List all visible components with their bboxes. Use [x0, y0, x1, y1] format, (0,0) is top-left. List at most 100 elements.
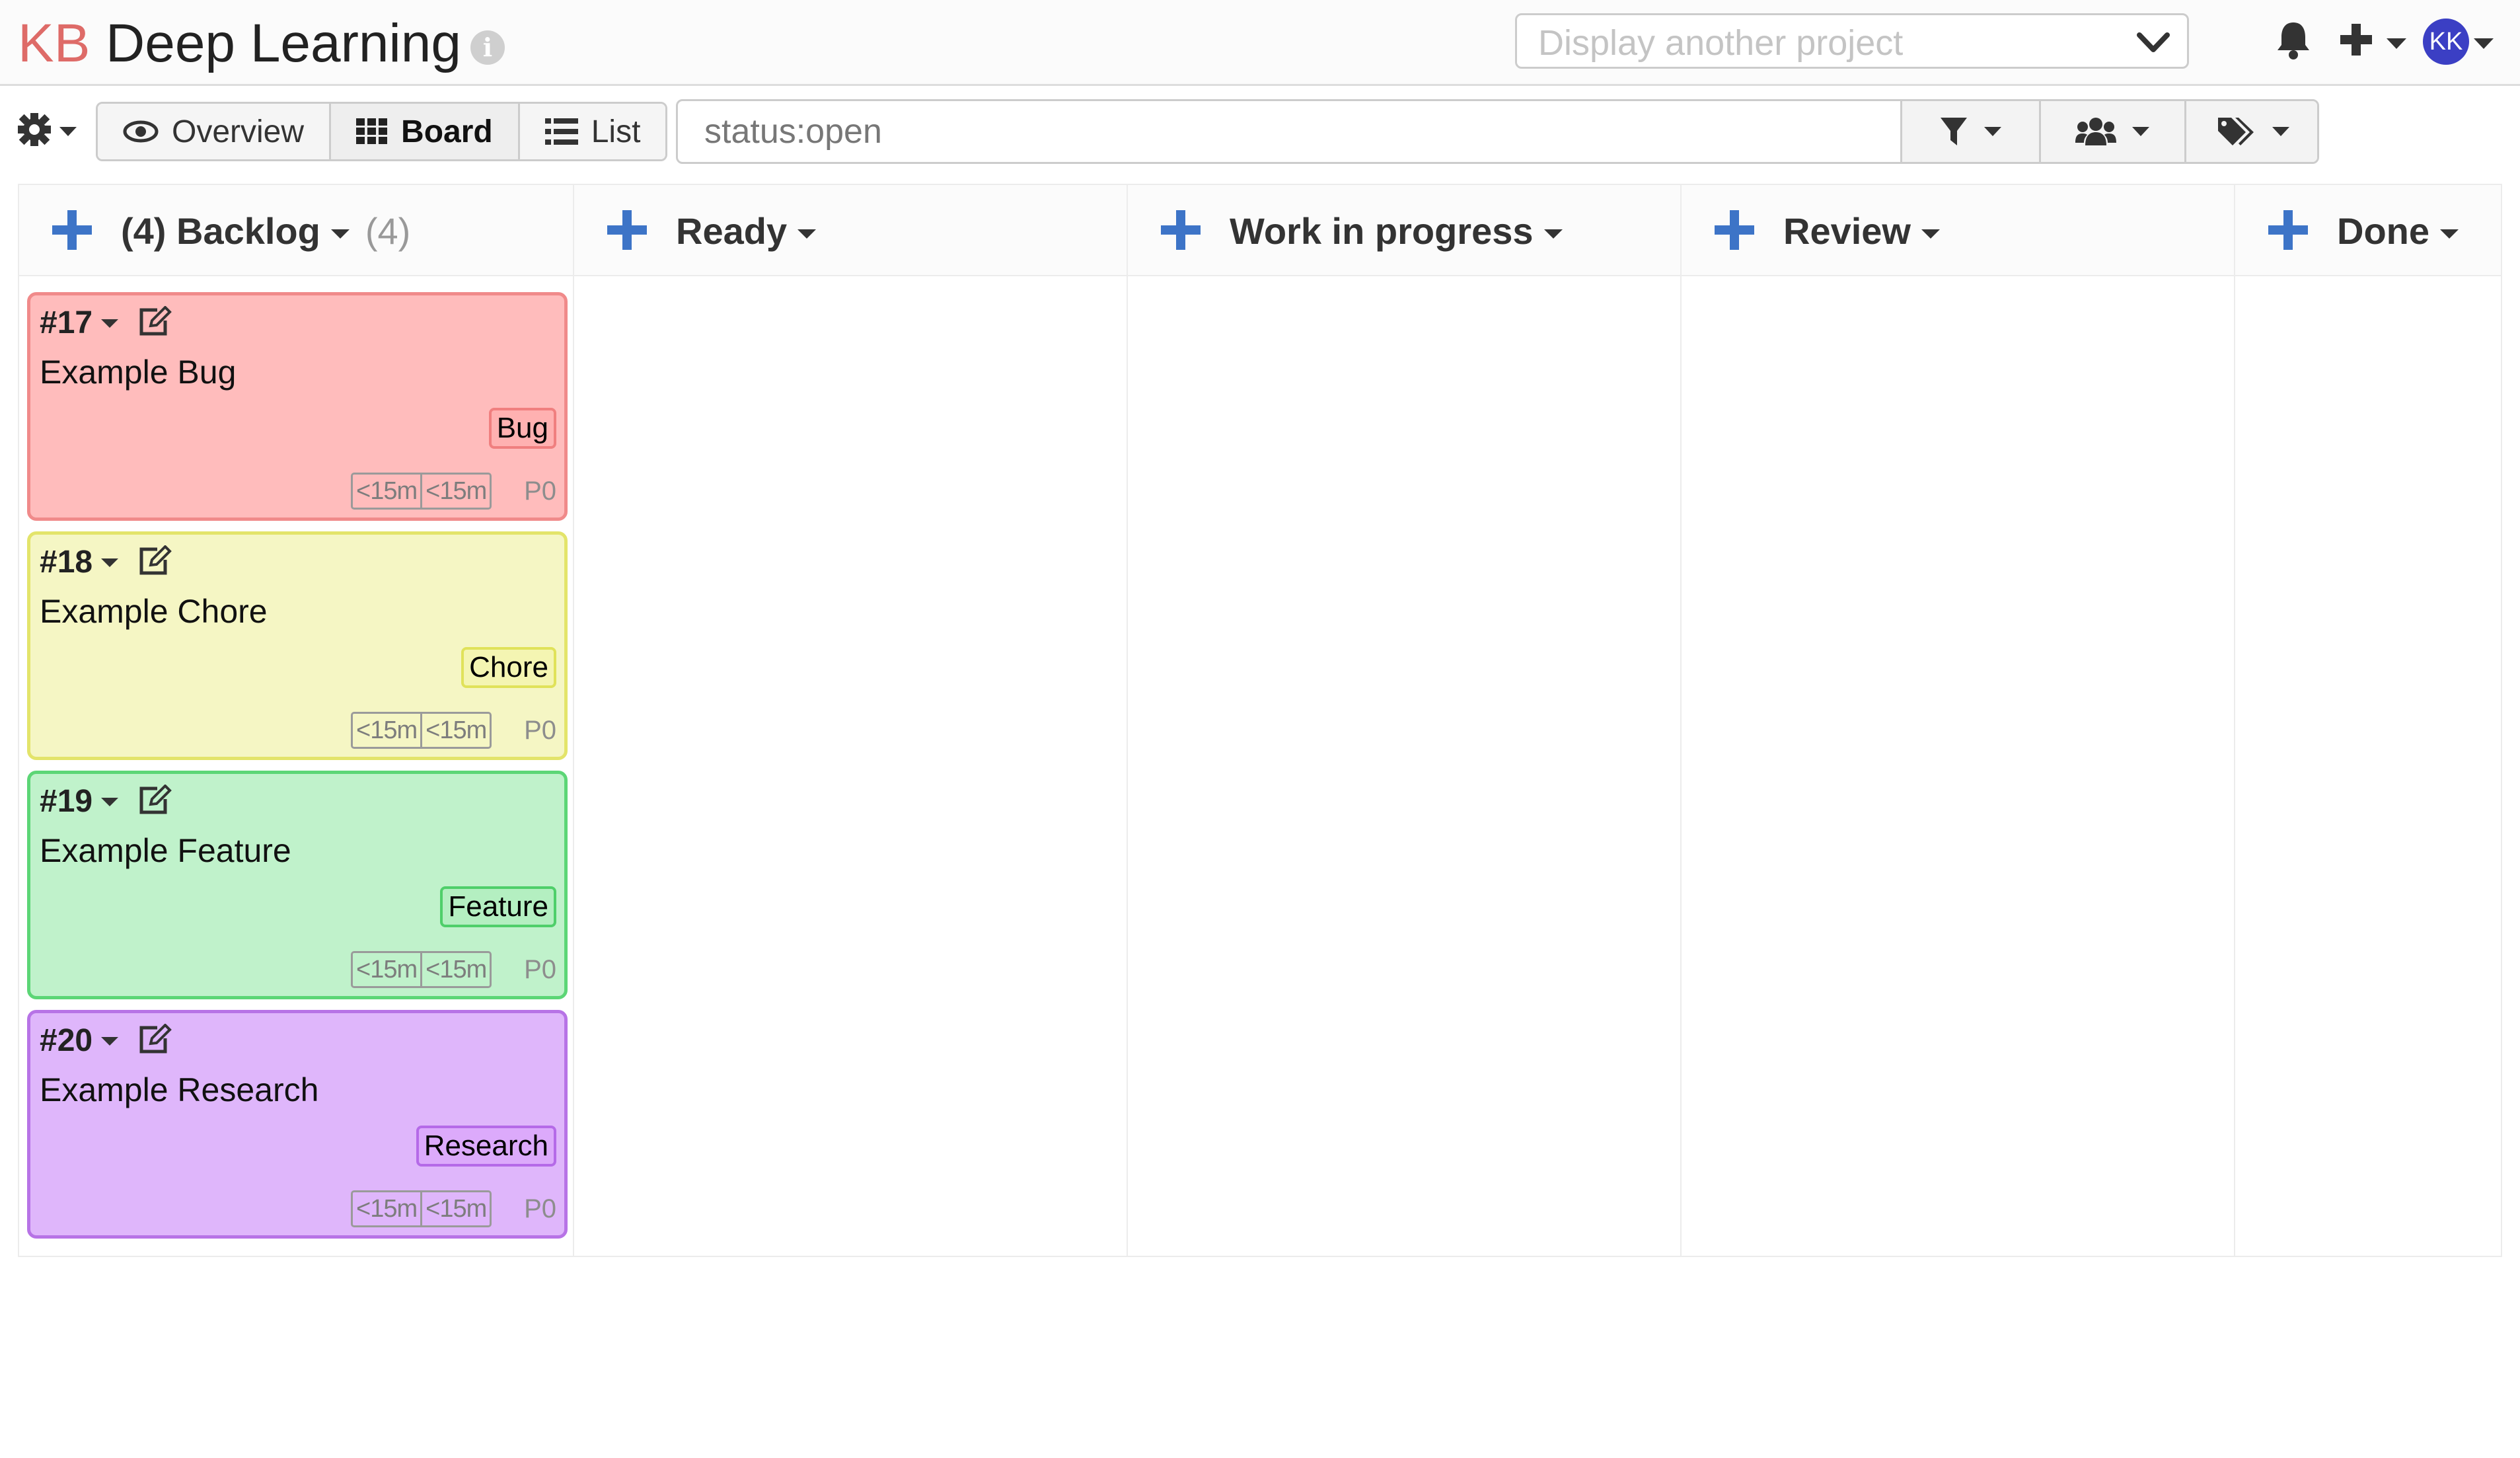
column-title[interactable]: Review: [1783, 210, 1941, 252]
task-id[interactable]: #17: [40, 305, 93, 342]
kanban-board: (4) Backlog (4) #17 Example Bug Bug <15m …: [18, 184, 2502, 1257]
caret-down-icon[interactable]: [100, 796, 120, 808]
info-icon[interactable]: i: [470, 30, 505, 65]
add-task-plus-icon[interactable]: [1160, 209, 1202, 251]
tab-overview-label: Overview: [172, 114, 305, 149]
column-title[interactable]: Done: [2337, 210, 2460, 252]
column-done: Done: [2235, 185, 2501, 1256]
add-task-plus-icon[interactable]: [51, 209, 93, 251]
header-bar: KB Deep Learning i Display another proje…: [0, 0, 2520, 86]
task-title[interactable]: Example Feature: [40, 831, 291, 870]
tab-overview[interactable]: Overview: [98, 104, 332, 159]
caret-down-icon: [1921, 229, 1940, 239]
tags-filter-button[interactable]: [2184, 101, 2317, 162]
task-tag: Feature: [440, 886, 556, 927]
column-work-in-progress: Work in progress: [1128, 185, 1682, 1256]
caret-down-icon[interactable]: [2472, 37, 2495, 50]
edit-icon[interactable]: [137, 306, 172, 336]
caret-down-icon[interactable]: [100, 1036, 120, 1047]
task-priority: P0: [524, 477, 556, 506]
caret-down-icon: [1983, 127, 2001, 136]
list-icon: [544, 118, 578, 145]
time-estimated: <15m: [353, 475, 423, 508]
column-title[interactable]: Work in progress: [1230, 210, 1564, 252]
column-header: Done: [2235, 185, 2501, 276]
time-estimated: <15m: [353, 1192, 423, 1225]
edit-icon[interactable]: [137, 1024, 172, 1054]
plus-icon[interactable]: [2338, 21, 2375, 58]
time-spent: <15m: [426, 716, 487, 744]
column-header: Ready: [574, 185, 1127, 276]
avatar[interactable]: KK: [2423, 19, 2469, 65]
caret-down-icon: [1543, 229, 1563, 239]
caret-down-icon[interactable]: [100, 557, 120, 568]
view-switcher: Overview Board List: [96, 102, 668, 161]
task-id[interactable]: #20: [40, 1022, 93, 1059]
add-task-plus-icon[interactable]: [2267, 209, 2309, 251]
time-spent: <15m: [426, 1195, 487, 1223]
column-review: Review: [1682, 185, 2235, 1256]
time-spent: <15m: [426, 477, 487, 505]
logo[interactable]: KB: [18, 12, 90, 75]
time-estimated: <15m: [353, 953, 423, 986]
task-priority: P0: [524, 955, 556, 984]
edit-icon[interactable]: [137, 545, 172, 576]
edit-icon[interactable]: [137, 785, 172, 815]
caret-down-icon: [2440, 229, 2459, 239]
task-id[interactable]: #19: [40, 783, 93, 820]
caret-down-icon: [797, 229, 817, 239]
task-priority: P0: [524, 1194, 556, 1223]
users-filter-button[interactable]: [2039, 101, 2184, 162]
gear-icon[interactable]: [17, 112, 52, 147]
caret-down-icon[interactable]: [58, 126, 78, 137]
column-title-label: Ready: [676, 210, 788, 252]
task-title[interactable]: Example Chore: [40, 592, 268, 631]
task-title[interactable]: Example Research: [40, 1070, 318, 1110]
tab-list[interactable]: List: [519, 104, 666, 159]
task-tag: Chore: [461, 647, 556, 688]
task-card[interactable]: #19 Example Feature Feature <15m <15m P0: [27, 771, 568, 999]
column-title-label: Review: [1783, 210, 1911, 252]
task-tag: Bug: [488, 408, 556, 449]
task-tag: Research: [416, 1126, 556, 1167]
column-title[interactable]: (4) Backlog (4): [121, 210, 410, 252]
caret-down-icon: [2131, 127, 2149, 136]
task-title[interactable]: Example Bug: [40, 352, 236, 392]
search-bar: [676, 99, 2319, 164]
time-tracking: <15m <15m: [351, 473, 492, 510]
board-toolbar: Overview Board List: [0, 94, 2520, 167]
task-priority: P0: [524, 716, 556, 745]
project-select[interactable]: Display another project: [1515, 13, 2189, 69]
filter-button[interactable]: [1900, 101, 2039, 162]
column-title[interactable]: Ready: [676, 210, 817, 252]
bell-icon[interactable]: [2276, 20, 2311, 61]
caret-down-icon[interactable]: [100, 318, 120, 329]
eye-icon: [123, 120, 159, 143]
project-select-placeholder: Display another project: [1538, 23, 1904, 63]
time-spent: <15m: [426, 956, 487, 983]
column-header: Work in progress: [1128, 185, 1680, 276]
column-header: (4) Backlog (4): [19, 185, 573, 276]
column-title-label: (4) Backlog: [121, 210, 320, 252]
caret-down-icon[interactable]: [2385, 37, 2408, 50]
caret-down-icon: [330, 229, 350, 239]
column-title-label: Done: [2337, 210, 2429, 252]
tags-icon: [2218, 118, 2254, 145]
time-tracking: <15m <15m: [351, 951, 492, 988]
task-card[interactable]: #17 Example Bug Bug <15m <15m P0: [27, 292, 568, 521]
users-icon: [2075, 118, 2116, 145]
task-card[interactable]: #18 Example Chore Chore <15m <15m P0: [27, 531, 568, 760]
add-task-plus-icon[interactable]: [606, 209, 648, 251]
column-task-count: (4): [365, 210, 411, 252]
project-title: Deep Learning: [106, 13, 461, 73]
caret-down-icon: [2272, 127, 2289, 136]
tab-list-label: List: [591, 114, 641, 149]
task-id[interactable]: #18: [40, 544, 93, 581]
task-card[interactable]: #20 Example Research Research <15m <15m …: [27, 1010, 568, 1239]
tab-board[interactable]: Board: [331, 104, 520, 159]
tab-board-label: Board: [401, 114, 493, 149]
grid-icon: [356, 118, 388, 144]
add-task-plus-icon[interactable]: [1713, 209, 1756, 251]
column-backlog: (4) Backlog (4) #17 Example Bug Bug <15m …: [19, 185, 574, 1256]
search-input[interactable]: [678, 101, 1900, 162]
